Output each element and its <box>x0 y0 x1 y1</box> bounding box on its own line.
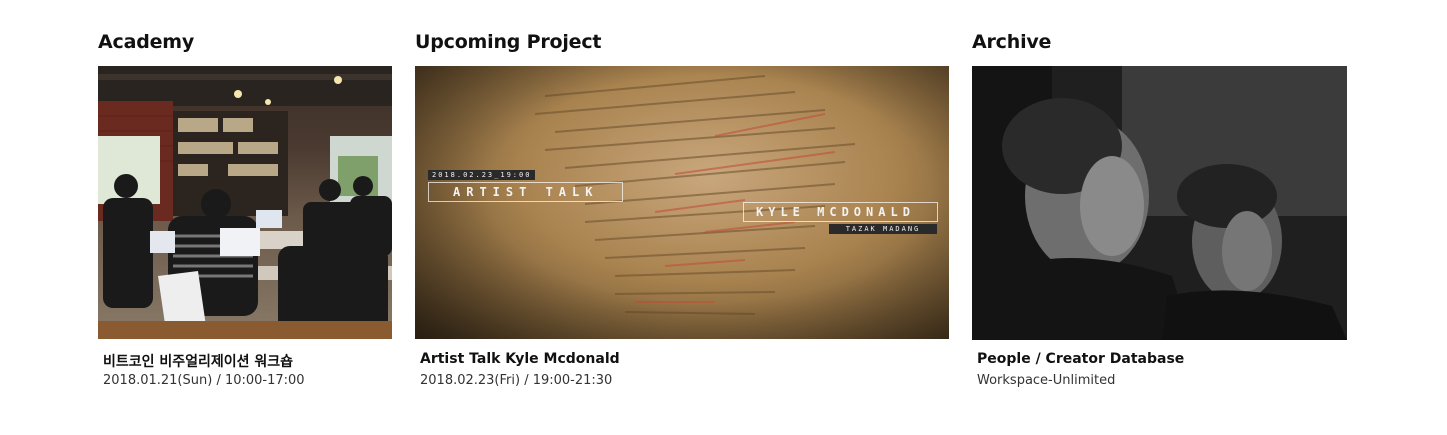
upcoming-heading: Upcoming Project <box>415 31 602 53</box>
artist-talk-label: ARTIST TALK <box>428 182 623 202</box>
artist-name-label: KYLE MCDONALD <box>743 202 938 222</box>
archive-card-title[interactable]: People / Creator Database <box>977 351 1184 367</box>
academy-thumbnail[interactable] <box>98 66 392 339</box>
archive-thumbnail[interactable] <box>972 66 1347 340</box>
archive-card-meta: Workspace-Unlimited <box>977 373 1116 388</box>
academy-photo <box>98 66 392 339</box>
academy-card-title[interactable]: 비트코인 비주얼리제이션 워크숍 <box>103 351 293 371</box>
venue-badge: TAZAK MADANG <box>829 224 937 234</box>
event-date-badge: 2018.02.23_19:00 <box>428 170 536 180</box>
upcoming-thumbnail[interactable]: 2018.02.23_19:00 ARTIST TALK KYLE MCDONA… <box>415 66 949 339</box>
archive-heading: Archive <box>972 31 1052 53</box>
upcoming-card-title[interactable]: Artist Talk Kyle Mcdonald <box>420 351 620 367</box>
academy-heading: Academy <box>98 31 195 53</box>
archive-photo <box>972 66 1347 340</box>
upcoming-card-meta: 2018.02.23(Fri) / 19:00-21:30 <box>420 373 613 388</box>
academy-card-meta: 2018.01.21(Sun) / 10:00-17:00 <box>103 373 305 388</box>
